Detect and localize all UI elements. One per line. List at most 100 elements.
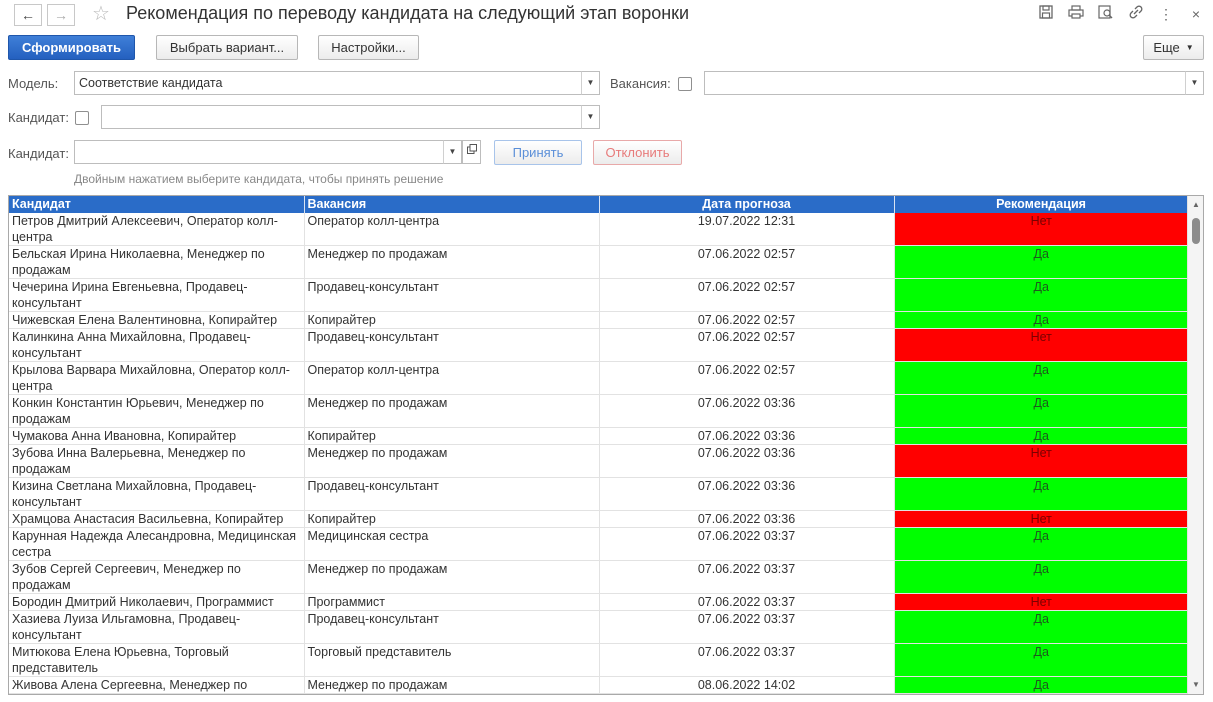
chevron-down-icon: ▼: [586, 112, 595, 121]
forward-arrow-icon: →: [54, 7, 68, 23]
table-row[interactable]: Карунная Надежда Алесандровна, Медицинск…: [9, 527, 1188, 561]
chevron-down-icon: ▼: [1190, 78, 1199, 87]
open-in-window-button[interactable]: [462, 140, 481, 164]
chevron-down-icon: ▼: [448, 147, 457, 156]
table-row[interactable]: Живова Алена Сергеевна, Менеджер по Менед…: [9, 676, 1188, 694]
cell-forecast-date: 19.07.2022 12:31: [599, 213, 895, 246]
cell-candidate: Зубов Сергей Сергеевич, Менеджер по прод…: [9, 560, 305, 594]
save-icon[interactable]: [1036, 5, 1056, 23]
cell-vacancy: Продавец-консультант: [304, 477, 600, 511]
column-header-candidate[interactable]: Кандидат: [9, 196, 305, 213]
table-row[interactable]: Зубова Инна Валерьевна, Менеджер по прод…: [9, 444, 1188, 478]
cell-forecast-date: 07.06.2022 02:57: [599, 361, 895, 395]
reject-button[interactable]: Отклонить: [593, 140, 682, 165]
cell-vacancy: Торговый представитель: [304, 643, 600, 677]
cell-vacancy: Продавец-консультант: [304, 610, 600, 644]
cell-vacancy: Менеджер по продажам: [304, 560, 600, 594]
cell-forecast-date: 07.06.2022 03:36: [599, 510, 895, 528]
table-row[interactable]: Чижевская Елена Валентиновна, Копирайтер…: [9, 311, 1188, 329]
cell-recommendation: Нет: [894, 510, 1188, 528]
table-row[interactable]: Чумакова Анна Ивановна, Копирайтер Копира…: [9, 427, 1188, 445]
scroll-up-icon[interactable]: ▲: [1188, 198, 1203, 212]
favorite-star-icon[interactable]: ☆: [92, 3, 110, 25]
table-row[interactable]: Чечерина Ирина Евгеньевна, Продавец-конс…: [9, 278, 1188, 312]
cell-vacancy: Программист: [304, 593, 600, 611]
cell-vacancy: Медицинская сестра: [304, 527, 600, 561]
cell-vacancy: Копирайтер: [304, 510, 600, 528]
cell-candidate: Чумакова Анна Ивановна, Копирайтер: [9, 427, 305, 445]
table-row[interactable]: Конкин Константин Юрьевич, Менеджер по п…: [9, 394, 1188, 428]
cell-recommendation: Да: [894, 610, 1188, 644]
candidate-select-input[interactable]: [74, 140, 444, 164]
table-row[interactable]: Крылова Варвара Михайловна, Оператор кол…: [9, 361, 1188, 395]
cell-candidate: Конкин Константин Юрьевич, Менеджер по п…: [9, 394, 305, 428]
vacancy-dropdown-button[interactable]: ▼: [1185, 71, 1204, 95]
close-icon[interactable]: ×: [1186, 5, 1206, 23]
cell-candidate: Бородин Дмитрий Николаевич, Программист: [9, 593, 305, 611]
table-row[interactable]: Хазиева Луиза Ильгамовна, Продавец-консу…: [9, 610, 1188, 644]
cell-forecast-date: 07.06.2022 02:57: [599, 245, 895, 279]
cell-candidate: Чижевская Елена Валентиновна, Копирайтер: [9, 311, 305, 329]
vacancy-input[interactable]: [704, 71, 1186, 95]
column-header-forecast-date[interactable]: Дата прогноза: [599, 196, 895, 213]
cell-candidate: Калинкина Анна Михайловна, Продавец-конс…: [9, 328, 305, 362]
cell-candidate: Храмцова Анастасия Васильевна, Копирайте…: [9, 510, 305, 528]
candidate-select-dropdown-button[interactable]: ▼: [443, 140, 462, 164]
cell-forecast-date: 08.06.2022 14:02: [599, 676, 895, 694]
cell-forecast-date: 07.06.2022 03:37: [599, 593, 895, 611]
cell-vacancy: Продавец-консультант: [304, 328, 600, 362]
table-row[interactable]: Бельская Ирина Николаевна, Менеджер по п…: [9, 245, 1188, 279]
candidate-filter-input[interactable]: [101, 105, 582, 129]
cell-forecast-date: 07.06.2022 03:37: [599, 643, 895, 677]
print-icon[interactable]: [1066, 5, 1086, 23]
model-dropdown-button[interactable]: ▼: [581, 71, 600, 95]
link-icon[interactable]: [1126, 5, 1146, 23]
scroll-down-icon[interactable]: ▼: [1188, 678, 1203, 692]
more-button[interactable]: Еще ▼: [1143, 35, 1204, 60]
table-row[interactable]: Калинкина Анна Михайловна, Продавец-конс…: [9, 328, 1188, 362]
column-header-recommendation[interactable]: Рекомендация: [894, 196, 1189, 213]
table-row[interactable]: Храмцова Анастасия Васильевна, Копирайте…: [9, 510, 1188, 528]
table-row[interactable]: Кизина Светлана Михайловна, Продавец-кон…: [9, 477, 1188, 511]
preview-icon[interactable]: [1096, 5, 1116, 23]
cell-forecast-date: 07.06.2022 03:36: [599, 427, 895, 445]
report-table[interactable]: Кандидат Вакансия Дата прогноза Рекоменд…: [8, 195, 1204, 695]
more-vertical-icon[interactable]: ⋮: [1156, 5, 1176, 23]
cell-recommendation: Нет: [894, 213, 1188, 246]
cell-forecast-date: 07.06.2022 03:36: [599, 394, 895, 428]
cell-candidate: Зубова Инна Валерьевна, Менеджер по прод…: [9, 444, 305, 478]
hint-text: Двойным нажатием выберите кандидата, что…: [74, 172, 444, 186]
table-row[interactable]: Митюкова Елена Юрьевна, Торговый предста…: [9, 643, 1188, 677]
cell-recommendation: Да: [894, 676, 1188, 694]
scrollbar-thumb[interactable]: [1192, 218, 1200, 244]
cell-recommendation: Да: [894, 643, 1188, 677]
candidate-checkbox[interactable]: [75, 111, 89, 125]
cell-recommendation: Да: [894, 278, 1188, 312]
back-button[interactable]: ←: [14, 4, 42, 26]
cell-forecast-date: 07.06.2022 02:57: [599, 328, 895, 362]
candidate-filter-dropdown-button[interactable]: ▼: [581, 105, 600, 129]
cell-recommendation: Да: [894, 527, 1188, 561]
settings-button[interactable]: Настройки...: [318, 35, 419, 60]
back-arrow-icon: ←: [21, 7, 35, 23]
generate-button[interactable]: Сформировать: [8, 35, 135, 60]
vertical-scrollbar[interactable]: ▲ ▼: [1187, 196, 1203, 694]
forward-button[interactable]: →: [47, 4, 75, 26]
model-input[interactable]: Соответствие кандидата: [74, 71, 582, 95]
more-button-label: Еще: [1153, 40, 1180, 55]
accept-button[interactable]: Принять: [494, 140, 582, 165]
cell-candidate: Бельская Ирина Николаевна, Менеджер по п…: [9, 245, 305, 279]
table-row[interactable]: Зубов Сергей Сергеевич, Менеджер по прод…: [9, 560, 1188, 594]
table-row[interactable]: Петров Дмитрий Алексеевич, Оператор колл…: [9, 213, 1188, 246]
cell-candidate: Хазиева Луиза Ильгамовна, Продавец-консу…: [9, 610, 305, 644]
cell-recommendation: Нет: [894, 593, 1188, 611]
table-row[interactable]: Бородин Дмитрий Николаевич, Программист П…: [9, 593, 1188, 611]
cell-recommendation: Да: [894, 560, 1188, 594]
vacancy-checkbox[interactable]: [678, 77, 692, 91]
cell-vacancy: Оператор колл-центра: [304, 361, 600, 395]
cell-forecast-date: 07.06.2022 03:37: [599, 610, 895, 644]
choose-variant-button[interactable]: Выбрать вариант...: [156, 35, 298, 60]
cell-forecast-date: 07.06.2022 03:36: [599, 477, 895, 511]
column-header-vacancy[interactable]: Вакансия: [304, 196, 600, 213]
cell-candidate: Карунная Надежда Алесандровна, Медицинск…: [9, 527, 305, 561]
